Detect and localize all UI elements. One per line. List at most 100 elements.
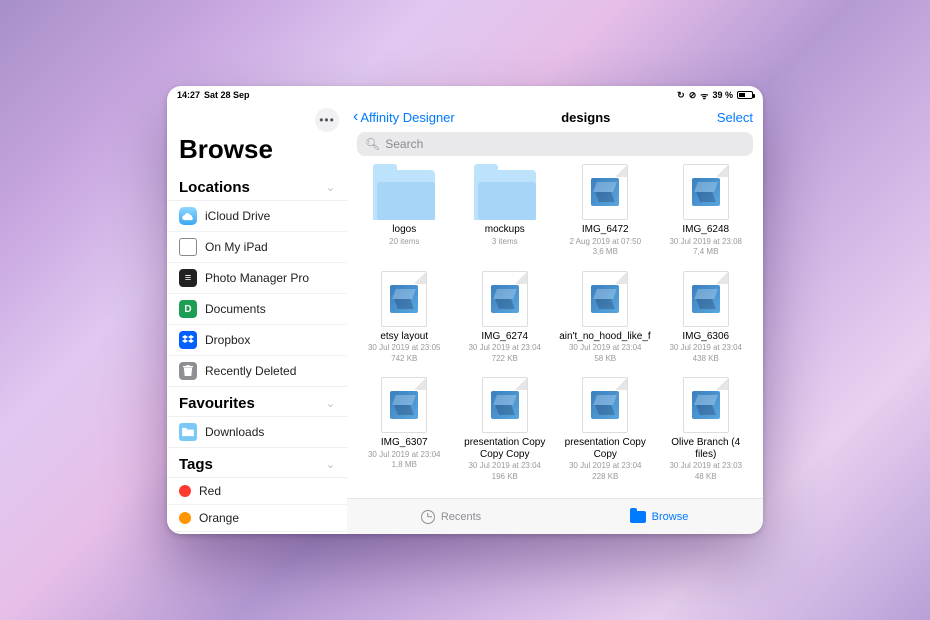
tile-meta-1: 30 Jul 2019 at 23:04 — [368, 450, 441, 460]
select-button[interactable]: Select — [717, 110, 753, 125]
tile-name: presentation Copy Copy Copy — [459, 437, 551, 460]
tag-dot-red-icon — [179, 485, 191, 497]
sidebar-more-button[interactable]: ••• — [315, 108, 339, 132]
tile-name: Olive Branch (4 files) — [660, 437, 752, 460]
file-tile[interactable]: IMG_624830 Jul 2019 at 23:087,4 MB — [657, 162, 756, 267]
sidebar-item-label: Recently Deleted — [205, 364, 296, 378]
affinity-file-icon — [381, 271, 427, 327]
affinity-file-icon — [582, 271, 628, 327]
tile-meta-1: 30 Jul 2019 at 23:05 — [368, 343, 441, 353]
section-locations-label: Locations — [179, 179, 250, 196]
sidebar-item-label: Downloads — [205, 425, 264, 439]
search-icon: 🔍︎ — [365, 137, 380, 151]
sidebar-item-label: On My iPad — [205, 240, 268, 254]
tab-recents-label: Recents — [441, 511, 481, 523]
file-tile[interactable]: IMG_627430 Jul 2019 at 23:04722 KB — [456, 269, 555, 374]
folder-icon — [474, 170, 536, 220]
folder-icon — [630, 511, 646, 523]
affinity-file-icon — [683, 377, 729, 433]
file-tile[interactable]: Olive Branch (4 files)30 Jul 2019 at 23:… — [657, 375, 756, 491]
affinity-file-icon — [482, 377, 528, 433]
file-tile[interactable]: etsy layout30 Jul 2019 at 23:05742 KB — [355, 269, 454, 374]
folder-icon — [373, 170, 435, 220]
tile-meta-2: 228 KB — [592, 472, 618, 482]
main-content: ‹ Affinity Designer designs Select 🔍︎ Se… — [347, 104, 763, 534]
sidebar-item-on-my-ipad[interactable]: On My iPad — [167, 232, 347, 263]
sidebar-item-label: Red — [199, 484, 221, 498]
folder-title: designs — [561, 110, 610, 125]
tile-meta-1: 2 Aug 2019 at 07:50 — [569, 237, 641, 247]
tile-name: IMG_6472 — [582, 224, 629, 236]
sidebar-item-dropbox[interactable]: Dropbox — [167, 325, 347, 356]
tab-recents[interactable]: Recents — [347, 499, 555, 534]
tile-meta-2: 58 KB — [594, 354, 616, 364]
sidebar-item-label: Orange — [199, 511, 239, 525]
tile-meta-1: 30 Jul 2019 at 23:03 — [669, 461, 742, 471]
tile-name: presentation Copy Copy — [559, 437, 651, 460]
battery-icon — [737, 91, 753, 99]
sidebar-item-label: Dropbox — [205, 333, 250, 347]
affinity-file-icon — [582, 377, 628, 433]
sidebar-item-tag-orange[interactable]: Orange — [167, 505, 347, 532]
status-time: 14:27 — [177, 90, 200, 100]
tile-name: logos — [392, 224, 416, 236]
sidebar-item-label: Documents — [205, 302, 266, 316]
tile-name: IMG_6306 — [682, 331, 729, 343]
section-header-locations[interactable]: Locations ⌄ — [167, 175, 347, 201]
tile-meta-1: 30 Jul 2019 at 23:04 — [669, 343, 742, 353]
back-button[interactable]: ‹ Affinity Designer — [353, 108, 455, 126]
affinity-file-icon — [582, 164, 628, 220]
tile-meta-2: 1,8 MB — [392, 460, 417, 470]
tile-meta-2: 742 KB — [391, 354, 417, 364]
back-label: Affinity Designer — [360, 110, 454, 125]
sidebar-item-tag-red[interactable]: Red — [167, 478, 347, 505]
dropbox-icon — [179, 331, 197, 349]
folder-icon — [179, 423, 197, 441]
file-tile[interactable]: presentation Copy Copy Copy30 Jul 2019 a… — [456, 375, 555, 491]
section-header-tags[interactable]: Tags ⌄ — [167, 452, 347, 478]
tile-name: etsy layout — [380, 331, 428, 343]
folder-tile[interactable]: logos20 items — [355, 162, 454, 267]
tile-meta-2: 7,4 MB — [693, 247, 718, 257]
ipad-icon — [179, 238, 197, 256]
tab-browse[interactable]: Browse — [555, 499, 763, 534]
tile-name: IMG_6248 — [682, 224, 729, 236]
section-tags-label: Tags — [179, 456, 213, 473]
tile-meta-1: 20 items — [389, 237, 419, 247]
tab-bar: Recents Browse — [347, 498, 763, 534]
tile-meta-2: 438 KB — [693, 354, 719, 364]
tile-meta-2: 3,6 MB — [593, 247, 618, 257]
folder-tile[interactable]: mockups3 items — [456, 162, 555, 267]
icloud-icon — [179, 207, 197, 225]
sidebar-item-documents[interactable]: D Documents — [167, 294, 347, 325]
file-tile[interactable]: IMG_630730 Jul 2019 at 23:041,8 MB — [355, 375, 454, 491]
tile-meta-2: 722 KB — [492, 354, 518, 364]
sidebar-item-label: Photo Manager Pro — [205, 271, 309, 285]
ipad-files-app: 14:27 Sat 28 Sep ↻ ⊘ ᯤ 39 % ••• Browse L… — [167, 86, 763, 534]
sync-icon: ↻ — [677, 90, 685, 101]
sidebar-item-downloads[interactable]: Downloads — [167, 417, 347, 448]
tile-meta-1: 30 Jul 2019 at 23:04 — [569, 461, 642, 471]
tile-name: IMG_6274 — [481, 331, 528, 343]
tile-name: IMG_6307 — [381, 437, 428, 449]
navbar: ‹ Affinity Designer designs Select — [347, 104, 763, 128]
sidebar-item-recently-deleted[interactable]: Recently Deleted — [167, 356, 347, 387]
files-grid[interactable]: logos20 itemsmockups3 itemsIMG_64722 Aug… — [349, 162, 761, 492]
file-tile[interactable]: IMG_630630 Jul 2019 at 23:04438 KB — [657, 269, 756, 374]
sidebar-item-tag-yellow[interactable]: Yellow — [167, 532, 347, 534]
trash-icon — [179, 362, 197, 380]
file-tile[interactable]: IMG_64722 Aug 2019 at 07:503,6 MB — [556, 162, 655, 267]
sidebar-item-photo-manager-pro[interactable]: ≡ Photo Manager Pro — [167, 263, 347, 294]
tile-name: ain't_no_hood_like_fatherhood — [559, 331, 651, 343]
status-date: Sat 28 Sep — [204, 90, 250, 100]
sidebar-item-icloud-drive[interactable]: iCloud Drive — [167, 201, 347, 232]
search-placeholder: Search — [385, 137, 423, 151]
file-tile[interactable]: presentation Copy Copy30 Jul 2019 at 23:… — [556, 375, 655, 491]
file-tile[interactable]: ain't_no_hood_like_fatherhood30 Jul 2019… — [556, 269, 655, 374]
tab-browse-label: Browse — [652, 511, 689, 523]
sidebar-item-label: iCloud Drive — [205, 209, 270, 223]
search-input[interactable]: 🔍︎ Search — [357, 132, 753, 156]
section-header-favourites[interactable]: Favourites ⌄ — [167, 391, 347, 417]
tag-dot-orange-icon — [179, 512, 191, 524]
affinity-file-icon — [482, 271, 528, 327]
